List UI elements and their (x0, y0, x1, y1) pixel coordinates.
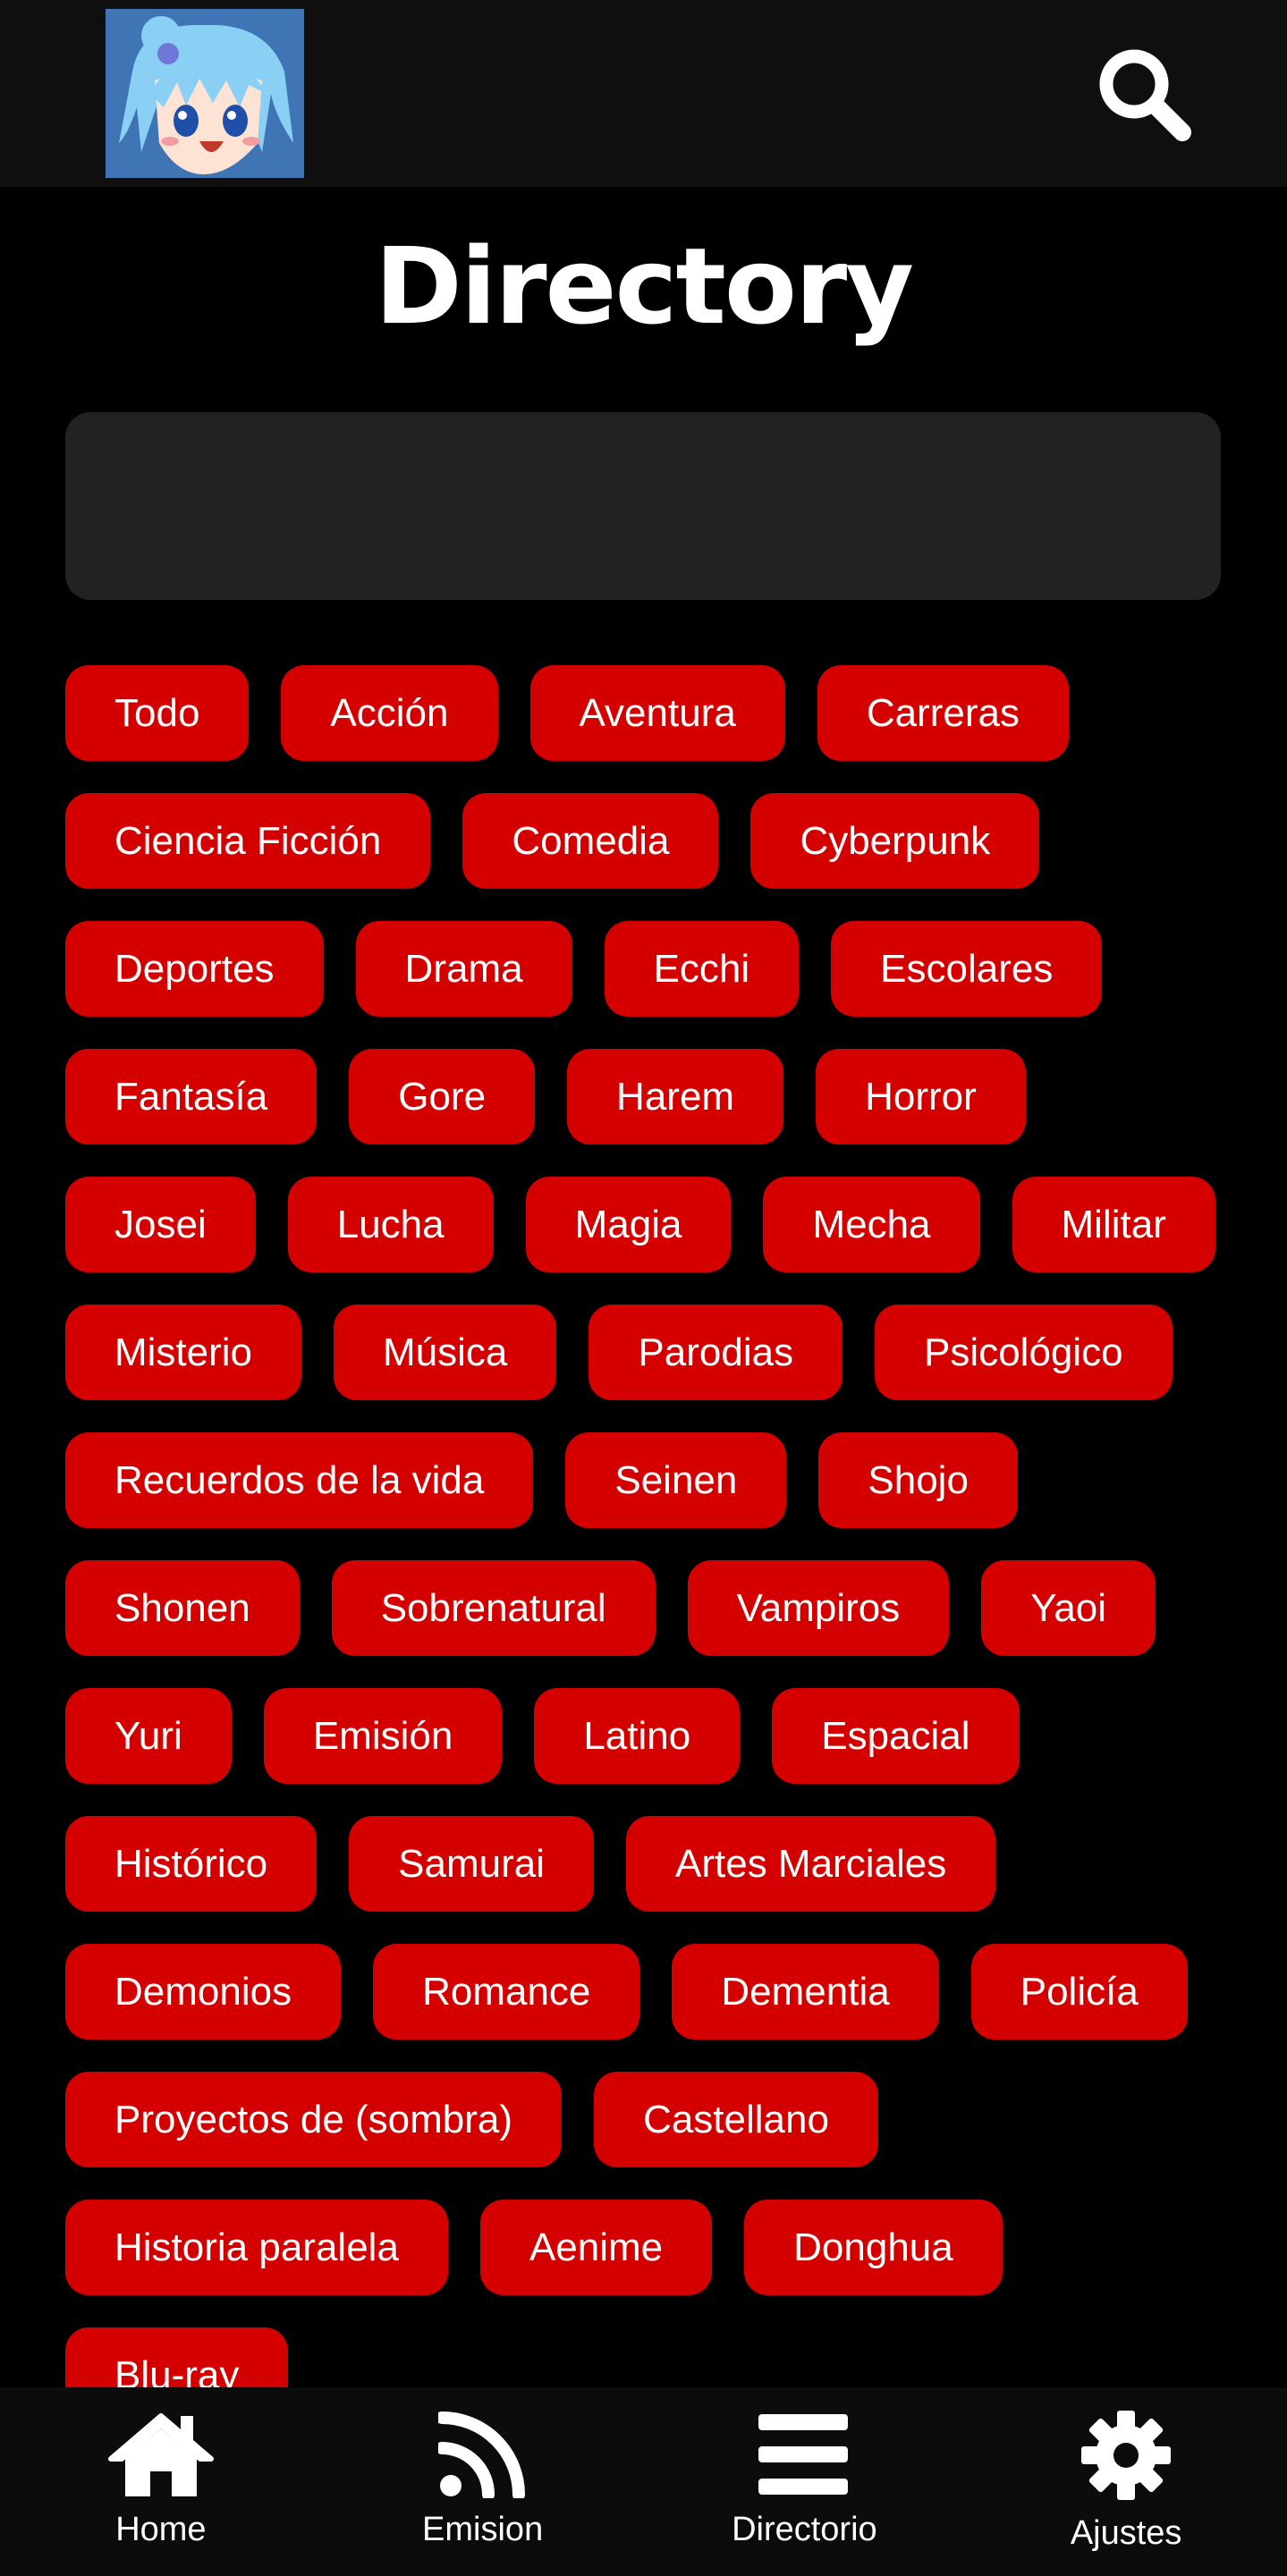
genre-tag[interactable]: Mecha (763, 1177, 980, 1272)
genre-tag[interactable]: Vampiros (687, 1560, 950, 1656)
anime-avatar-logo[interactable] (106, 9, 304, 178)
genre-tag[interactable]: Fantasía (65, 1049, 318, 1144)
nav-label-emision: Emision (422, 2511, 544, 2548)
genre-tag[interactable]: Demonios (65, 1944, 342, 2040)
genre-tag[interactable]: Ciencia Ficción (65, 793, 431, 889)
search-icon[interactable] (1093, 43, 1195, 145)
genre-tag[interactable]: Proyectos de (sombra) (65, 2072, 563, 2167)
genre-tag[interactable]: Espacial (772, 1688, 1020, 1784)
genre-tag[interactable]: Romance (373, 1944, 640, 2040)
genre-tag[interactable]: Ecchi (604, 921, 800, 1017)
genre-tag[interactable]: Horror (816, 1049, 1026, 1144)
genre-tag[interactable]: Misterio (65, 1305, 302, 1400)
genre-tag[interactable]: Shojo (818, 1432, 1018, 1528)
genre-tag[interactable]: Carreras (817, 665, 1069, 761)
nav-label-directorio: Directorio (732, 2511, 877, 2548)
genre-tag[interactable]: Histórico (65, 1816, 318, 1912)
genre-tag[interactable]: Policía (970, 1944, 1188, 2040)
bottom-nav: Home Emision Directorio Ajustes (0, 2387, 1287, 2576)
genre-tag[interactable]: Acción (281, 665, 498, 761)
genre-tag[interactable]: Lucha (287, 1177, 494, 1272)
genre-tag[interactable]: Yaoi (981, 1560, 1156, 1656)
nav-label-ajustes: Ajustes (1070, 2514, 1182, 2552)
genre-tag[interactable]: Militar (1012, 1177, 1215, 1272)
genre-tag[interactable]: Yuri (65, 1688, 232, 1784)
nav-item-emision[interactable]: Emision (322, 2387, 644, 2576)
genre-tag[interactable]: Harem (567, 1049, 784, 1144)
nav-item-home[interactable]: Home (0, 2387, 322, 2576)
genre-tag[interactable]: Magia (525, 1177, 732, 1272)
genre-tag[interactable]: Psicológico (875, 1305, 1173, 1400)
list-icon (758, 2414, 849, 2495)
genre-tag[interactable]: Recuerdos de la vida (65, 1432, 534, 1528)
genre-tag[interactable]: Todo (65, 665, 250, 761)
genre-tag[interactable]: Cyberpunk (750, 793, 1040, 889)
genre-tag[interactable]: Historia paralela (65, 2200, 448, 2295)
genre-tag[interactable]: Gore (349, 1049, 536, 1144)
nav-item-ajustes[interactable]: Ajustes (965, 2387, 1287, 2576)
genre-tag-list: Todo Acción Aventura Carreras Ciencia Ficció… (65, 665, 1228, 2387)
genre-tag[interactable]: Donghua (744, 2200, 1003, 2295)
genre-tag[interactable]: Música (334, 1305, 557, 1400)
search-input[interactable] (65, 412, 1221, 600)
home-icon (107, 2413, 214, 2496)
genre-tag[interactable]: Artes Marciales (626, 1816, 996, 1912)
genre-tag[interactable]: Latino (534, 1688, 741, 1784)
genre-tag[interactable]: Deportes (65, 921, 324, 1017)
nav-item-directorio[interactable]: Directorio (644, 2387, 966, 2576)
genre-tag[interactable]: Drama (355, 921, 572, 1017)
genre-tag[interactable]: Parodias (588, 1305, 843, 1400)
genre-tag[interactable]: Samurai (349, 1816, 594, 1912)
genre-tag[interactable]: Dementia (672, 1944, 939, 2040)
genre-tag[interactable]: Aenime (479, 2200, 713, 2295)
genre-tag[interactable]: Seinen (565, 1432, 787, 1528)
top-bar (0, 0, 1287, 187)
genre-tag[interactable]: Escolares (831, 921, 1103, 1017)
genre-tag[interactable]: Blu-ray (65, 2327, 289, 2387)
genre-tag[interactable]: Comedia (462, 793, 719, 889)
genre-tag[interactable]: Josei (65, 1177, 256, 1272)
rss-icon (437, 2411, 525, 2498)
genre-tag[interactable]: Shonen (65, 1560, 300, 1656)
gear-icon (1081, 2411, 1172, 2500)
genre-tag[interactable]: Aventura (529, 665, 785, 761)
genre-tag[interactable]: Sobrenatural (331, 1560, 656, 1656)
genre-tag[interactable]: Castellano (594, 2072, 878, 2167)
nav-label-home: Home (115, 2511, 207, 2548)
genre-tag[interactable]: Emisión (263, 1688, 503, 1784)
page-title: Directory (374, 224, 914, 348)
